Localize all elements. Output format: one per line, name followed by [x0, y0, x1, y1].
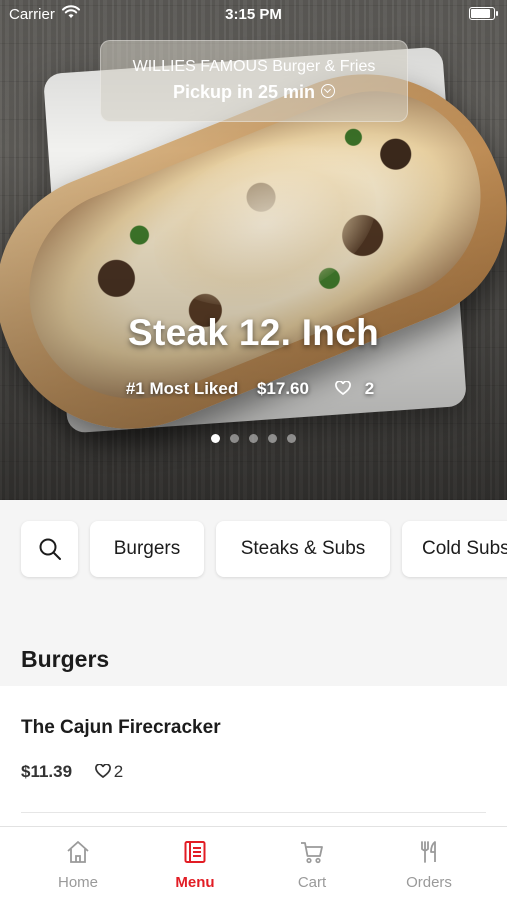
orders-icon: [421, 841, 436, 863]
most-liked-badge: #1 Most Liked: [125, 379, 239, 398]
featured-hero[interactable]: Carrier 3:15 PM WILLIES FAMOUS Burger & …: [0, 0, 507, 500]
carousel-dot[interactable]: [249, 434, 258, 443]
carousel-dot[interactable]: [230, 434, 239, 443]
category-chip-steaks-subs[interactable]: Steaks & Subs: [216, 521, 390, 577]
tab-menu-label: Menu: [175, 874, 215, 891]
menu-item-card[interactable]: [0, 686, 507, 826]
menu-item-name[interactable]: The Cajun Firecracker: [21, 717, 221, 739]
menu-item-meta: $11.39 2: [21, 762, 123, 782]
restaurant-pickup-selector[interactable]: WILLIES FAMOUS Burger & Fries Pickup in …: [100, 40, 408, 122]
menu-item-price: $11.39: [21, 762, 73, 781]
pickup-time-label: Pickup in 25 min: [172, 82, 316, 102]
tab-orders[interactable]: Orders: [366, 827, 492, 901]
category-chip-burgers[interactable]: Burgers: [90, 521, 204, 577]
featured-price: $17.60: [256, 379, 309, 398]
tab-home-label: Home: [57, 874, 98, 891]
clock: 3:15 PM: [225, 6, 282, 23]
status-bar: Carrier 3:15 PM: [0, 0, 507, 28]
menu-icon: [184, 841, 206, 863]
section-title: Burgers: [21, 646, 110, 672]
carousel-dot[interactable]: [268, 434, 277, 443]
category-bar[interactable]: Burgers Steaks & Subs Cold Subs: [0, 500, 507, 600]
tab-menu[interactable]: Menu: [132, 827, 258, 901]
battery-icon: [469, 7, 498, 20]
restaurant-name: WILLIES FAMOUS Burger & Fries: [132, 58, 376, 75]
cart-icon: [301, 842, 323, 864]
tab-cart-label: Cart: [297, 874, 327, 891]
heart-icon: [94, 763, 111, 778]
menu-item-likes[interactable]: 2: [94, 762, 124, 781]
search-icon: [39, 538, 61, 560]
featured-item-name: Steak 12. Inch: [128, 312, 379, 353]
tab-bar: Home Menu Cart Orders: [0, 826, 507, 901]
pickup-time: Pickup in 25 min: [101, 82, 407, 103]
search-button[interactable]: [21, 521, 78, 577]
featured-item-meta: #1 Most Liked $17.60 2: [0, 379, 507, 399]
divider: [21, 812, 486, 813]
tab-orders-label: Orders: [406, 874, 452, 891]
featured-likes-count: 2: [364, 379, 375, 398]
carousel-dots[interactable]: [0, 430, 507, 448]
carousel-dot[interactable]: [211, 434, 220, 443]
category-chip-cold-subs[interactable]: Cold Subs: [402, 521, 507, 577]
heart-icon: [334, 380, 351, 395]
featured-likes[interactable]: 2: [328, 379, 381, 398]
carousel-dot[interactable]: [287, 434, 296, 443]
tab-home[interactable]: Home: [15, 827, 141, 901]
home-icon: [67, 841, 89, 863]
menu-item-likes-count: 2: [113, 762, 124, 781]
tab-cart[interactable]: Cart: [249, 827, 375, 901]
chevron-down-circle-icon: [321, 84, 336, 99]
